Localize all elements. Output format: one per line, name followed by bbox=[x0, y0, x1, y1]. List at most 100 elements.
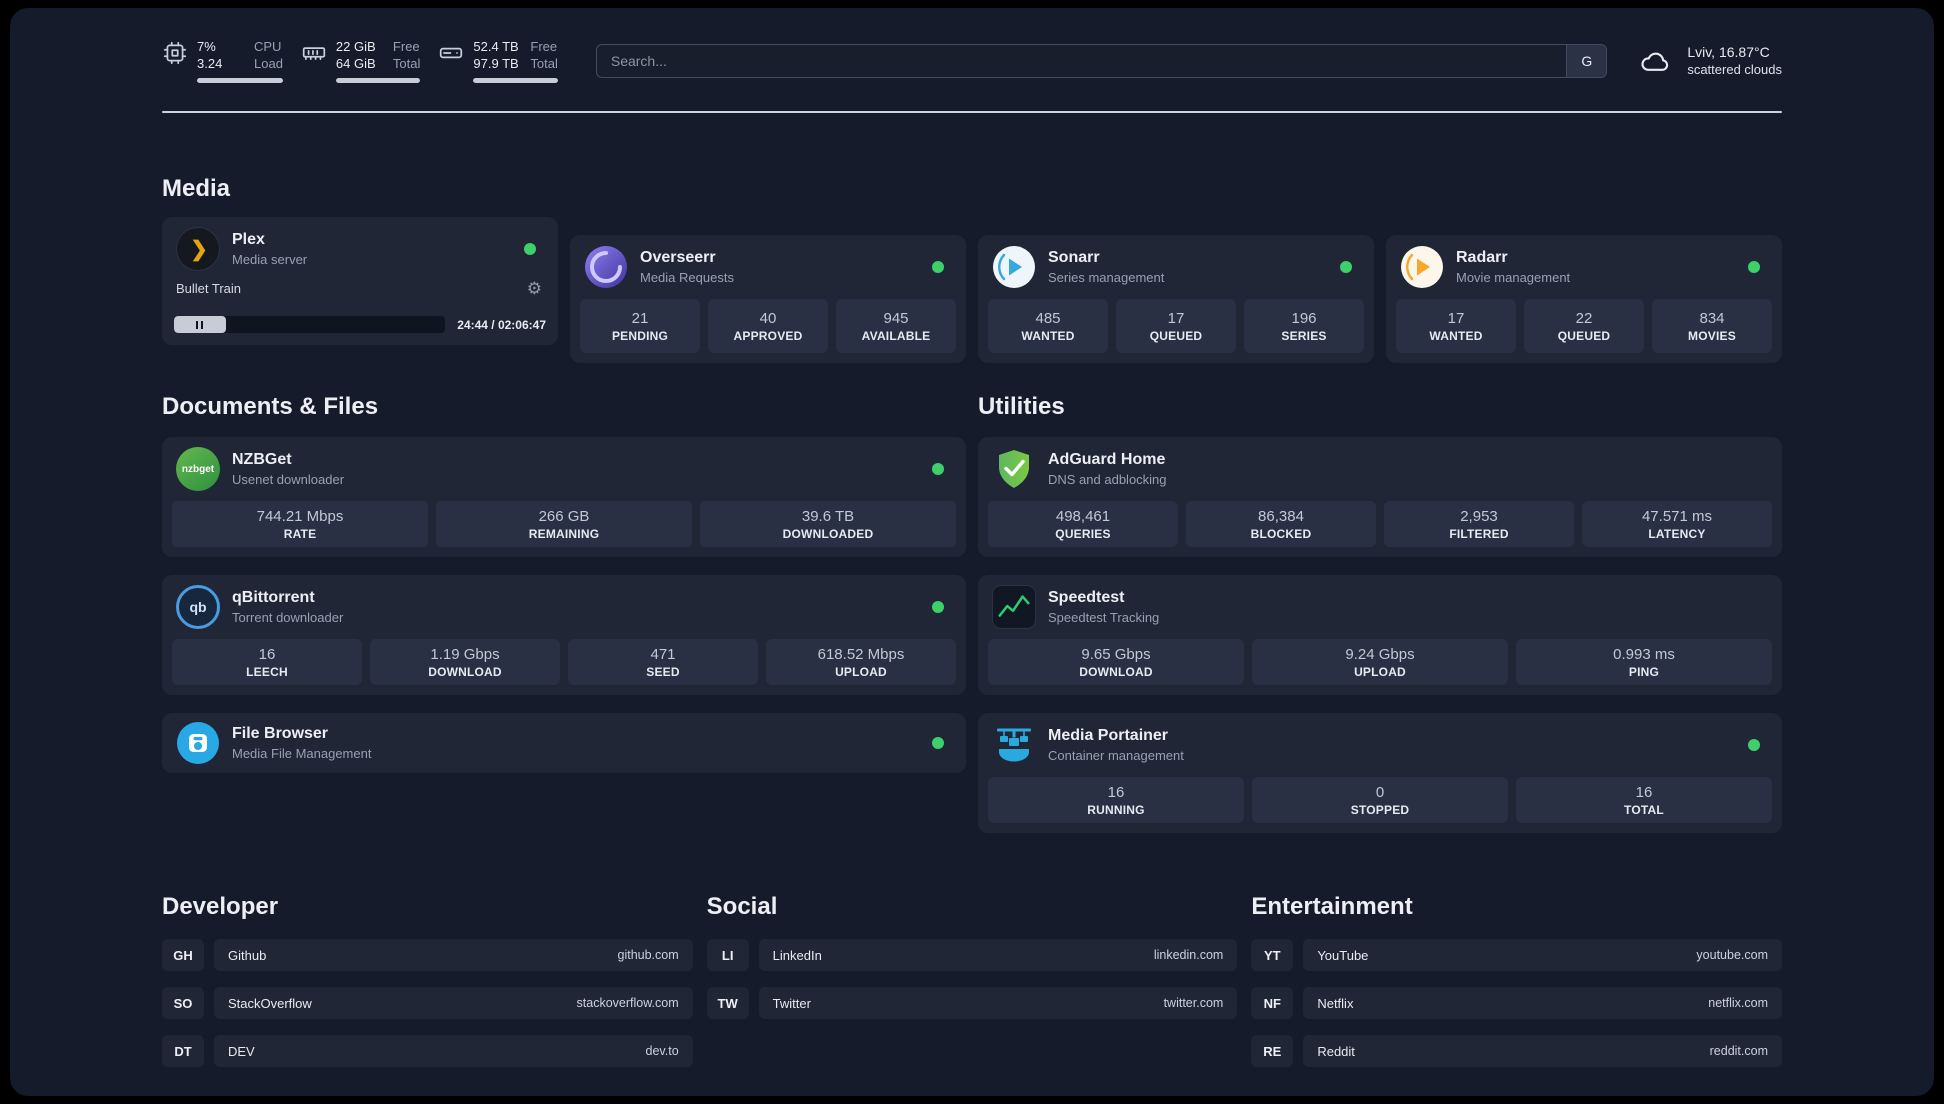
bookmark-url: youtube.com bbox=[1696, 948, 1768, 962]
memory-free-value: 22 GiB bbox=[335, 39, 376, 54]
stat-label: STOPPED bbox=[1350, 802, 1410, 817]
memory-total-value: 64 GiB bbox=[335, 56, 376, 71]
stat-box: 0 STOPPED bbox=[1252, 777, 1508, 823]
status-indicator bbox=[932, 601, 944, 613]
memory-widget-main: 22 GiB 64 GiB Free Total bbox=[301, 38, 420, 72]
stat-box: 86,384 BLOCKED bbox=[1186, 501, 1376, 547]
filebrowser-header: File Browser Media File Management bbox=[172, 721, 956, 765]
bookmark-linkedin[interactable]: LI LinkedIn linkedin.com bbox=[706, 939, 1238, 971]
app-name: Media Portainer bbox=[1048, 727, 1169, 744]
speedtest-title-block: Speedtest Speedtest Tracking bbox=[1048, 588, 1768, 626]
bookmark-columns: Developer GH Github github.com SO StackOv… bbox=[162, 893, 1782, 1083]
stat-value: 471 bbox=[650, 645, 676, 663]
app-card-qbittorrent[interactable]: qb qBittorrent Torrent downloader 16 LEEC… bbox=[162, 575, 966, 695]
app-card-radarr[interactable]: Radarr Movie management 17 WANTED 22 QUEUE… bbox=[1386, 235, 1782, 363]
stat-box: 16 TOTAL bbox=[1516, 777, 1772, 823]
stat-box: 498,461 QUERIES bbox=[988, 501, 1178, 547]
stat-value: 485 bbox=[1035, 309, 1061, 327]
cpu-widget-main: 7% 3.24 CPU Load bbox=[162, 38, 283, 72]
stat-label: QUERIES bbox=[1055, 526, 1111, 541]
app-card-filebrowser[interactable]: File Browser Media File Management bbox=[162, 713, 966, 773]
section-documents: Documents & Files nzbget NZBGet Usenet d… bbox=[162, 393, 966, 773]
stat-label: BLOCKED bbox=[1250, 526, 1312, 541]
bookmark-dev[interactable]: DT DEV dev.to bbox=[162, 1035, 693, 1067]
app-name: Overseerr bbox=[640, 249, 716, 266]
stat-box: 16 RUNNING bbox=[988, 777, 1244, 823]
pause-icon[interactable] bbox=[196, 320, 204, 329]
stat-label: APPROVED bbox=[733, 328, 803, 343]
stat-box: 2,953 FILTERED bbox=[1384, 501, 1574, 547]
adguard-header: AdGuard Home DNS and adblocking bbox=[988, 447, 1772, 491]
bookmark-name: YouTube bbox=[1317, 947, 1369, 963]
middle-columns: Documents & Files nzbget NZBGet Usenet d… bbox=[162, 393, 1782, 833]
search-engine-button[interactable]: G bbox=[1566, 44, 1607, 77]
bookmark-name: Twitter bbox=[772, 995, 811, 1011]
app-card-adguard[interactable]: AdGuard Home DNS and adblocking 498,461 Q… bbox=[978, 437, 1782, 557]
radarr-icon bbox=[1400, 245, 1444, 289]
bookmark-github[interactable]: GH Github github.com bbox=[162, 939, 693, 971]
stat-value: 16 bbox=[258, 645, 276, 663]
stat-label: AVAILABLE bbox=[861, 328, 931, 343]
bookmark-name: Github bbox=[228, 947, 267, 963]
adguard-icon bbox=[992, 447, 1036, 491]
app-subtitle: Media Requests bbox=[640, 270, 734, 285]
nzbget-header: nzbget NZBGet Usenet downloader bbox=[172, 447, 956, 491]
section-media: Media ❯ Plex Media server Bullet Train ⚙… bbox=[162, 175, 1782, 363]
bookmark-netflix[interactable]: NF Netflix netflix.com bbox=[1251, 987, 1782, 1019]
nzbget-title-block: NZBGet Usenet downloader bbox=[232, 450, 920, 488]
stat-label: SERIES bbox=[1281, 328, 1327, 343]
playback-time: 24:44 / 02:06:47 bbox=[457, 317, 546, 332]
stat-box: 22 QUEUED bbox=[1524, 299, 1644, 353]
stat-box: 17 QUEUED bbox=[1116, 299, 1236, 353]
portainer-icon bbox=[992, 723, 1036, 767]
stat-box: 9.65 Gbps DOWNLOAD bbox=[988, 639, 1244, 685]
stat-value: 9.65 Gbps bbox=[1081, 645, 1151, 663]
search-bar: G bbox=[595, 43, 1608, 78]
portainer-title-block: Media Portainer Container management bbox=[1048, 726, 1736, 764]
section-title-documents: Documents & Files bbox=[162, 393, 379, 420]
app-subtitle: Media File Management bbox=[232, 746, 372, 761]
app-card-speedtest[interactable]: Speedtest Speedtest Tracking 9.65 Gbps DO… bbox=[978, 575, 1782, 695]
memory-free-label: Free bbox=[392, 39, 420, 54]
plex-now-playing-row: Bullet Train ⚙ bbox=[172, 280, 548, 297]
app-card-portainer[interactable]: Media Portainer Container management 16 R… bbox=[978, 713, 1782, 833]
bookmark-reddit[interactable]: RE Reddit reddit.com bbox=[1251, 1035, 1782, 1067]
bookmark-abbr: DT bbox=[162, 1035, 204, 1067]
sonarr-header: Sonarr Series management bbox=[988, 245, 1364, 289]
portainer-stats: 16 RUNNING 0 STOPPED 16 TOTAL bbox=[988, 777, 1772, 823]
search-input[interactable] bbox=[596, 44, 1567, 77]
adguard-stats: 498,461 QUERIES 86,384 BLOCKED 2,953 FILTER… bbox=[988, 501, 1772, 547]
bookmark-youtube[interactable]: YT YouTube youtube.com bbox=[1251, 939, 1782, 971]
weather-location: Lviv, 16.87°C bbox=[1687, 44, 1770, 60]
playback-progress-bar[interactable] bbox=[174, 316, 446, 333]
app-subtitle: Torrent downloader bbox=[232, 610, 344, 625]
cpu-usage-value: 7% bbox=[197, 39, 216, 54]
stat-label: QUEUED bbox=[1557, 328, 1611, 343]
stat-value: 40 bbox=[759, 309, 777, 327]
app-card-sonarr[interactable]: Sonarr Series management 485 WANTED 17 QUE… bbox=[978, 235, 1374, 363]
app-subtitle: Usenet downloader bbox=[232, 472, 345, 487]
bookmark-url: netflix.com bbox=[1708, 996, 1768, 1010]
app-card-overseerr[interactable]: Overseerr Media Requests 21 PENDING 40 APP… bbox=[570, 235, 966, 363]
adguard-title-block: AdGuard Home DNS and adblocking bbox=[1048, 450, 1768, 488]
storage-values: 52.4 TB 97.9 TB bbox=[473, 38, 521, 72]
stat-value: 47.571 ms bbox=[1641, 507, 1713, 525]
section-title-social: Social bbox=[706, 893, 778, 920]
status-indicator bbox=[524, 243, 536, 255]
status-indicator bbox=[1748, 739, 1760, 751]
bookmark-twitter[interactable]: TW Twitter twitter.com bbox=[706, 987, 1238, 1019]
bookmark-abbr: SO bbox=[162, 987, 204, 1019]
cpu-usage-label: CPU bbox=[254, 39, 282, 54]
app-subtitle: Movie management bbox=[1456, 270, 1571, 285]
bookmark-stackoverflow[interactable]: SO StackOverflow stackoverflow.com bbox=[162, 987, 693, 1019]
stat-label: PING bbox=[1628, 664, 1660, 679]
memory-usage-bar bbox=[335, 78, 421, 83]
stat-label: RUNNING bbox=[1087, 802, 1145, 817]
app-card-nzbget[interactable]: nzbget NZBGet Usenet downloader 744.21 M… bbox=[162, 437, 966, 557]
memory-widget: 22 GiB 64 GiB Free Total bbox=[301, 38, 421, 83]
status-indicator bbox=[1340, 261, 1352, 273]
sonarr-stats: 485 WANTED 17 QUEUED 196 SERIES bbox=[988, 299, 1364, 353]
gear-icon[interactable]: ⚙ bbox=[527, 280, 542, 297]
app-card-plex[interactable]: ❯ Plex Media server Bullet Train ⚙ 24:44… bbox=[162, 217, 558, 345]
stat-label: WANTED bbox=[1021, 328, 1075, 343]
